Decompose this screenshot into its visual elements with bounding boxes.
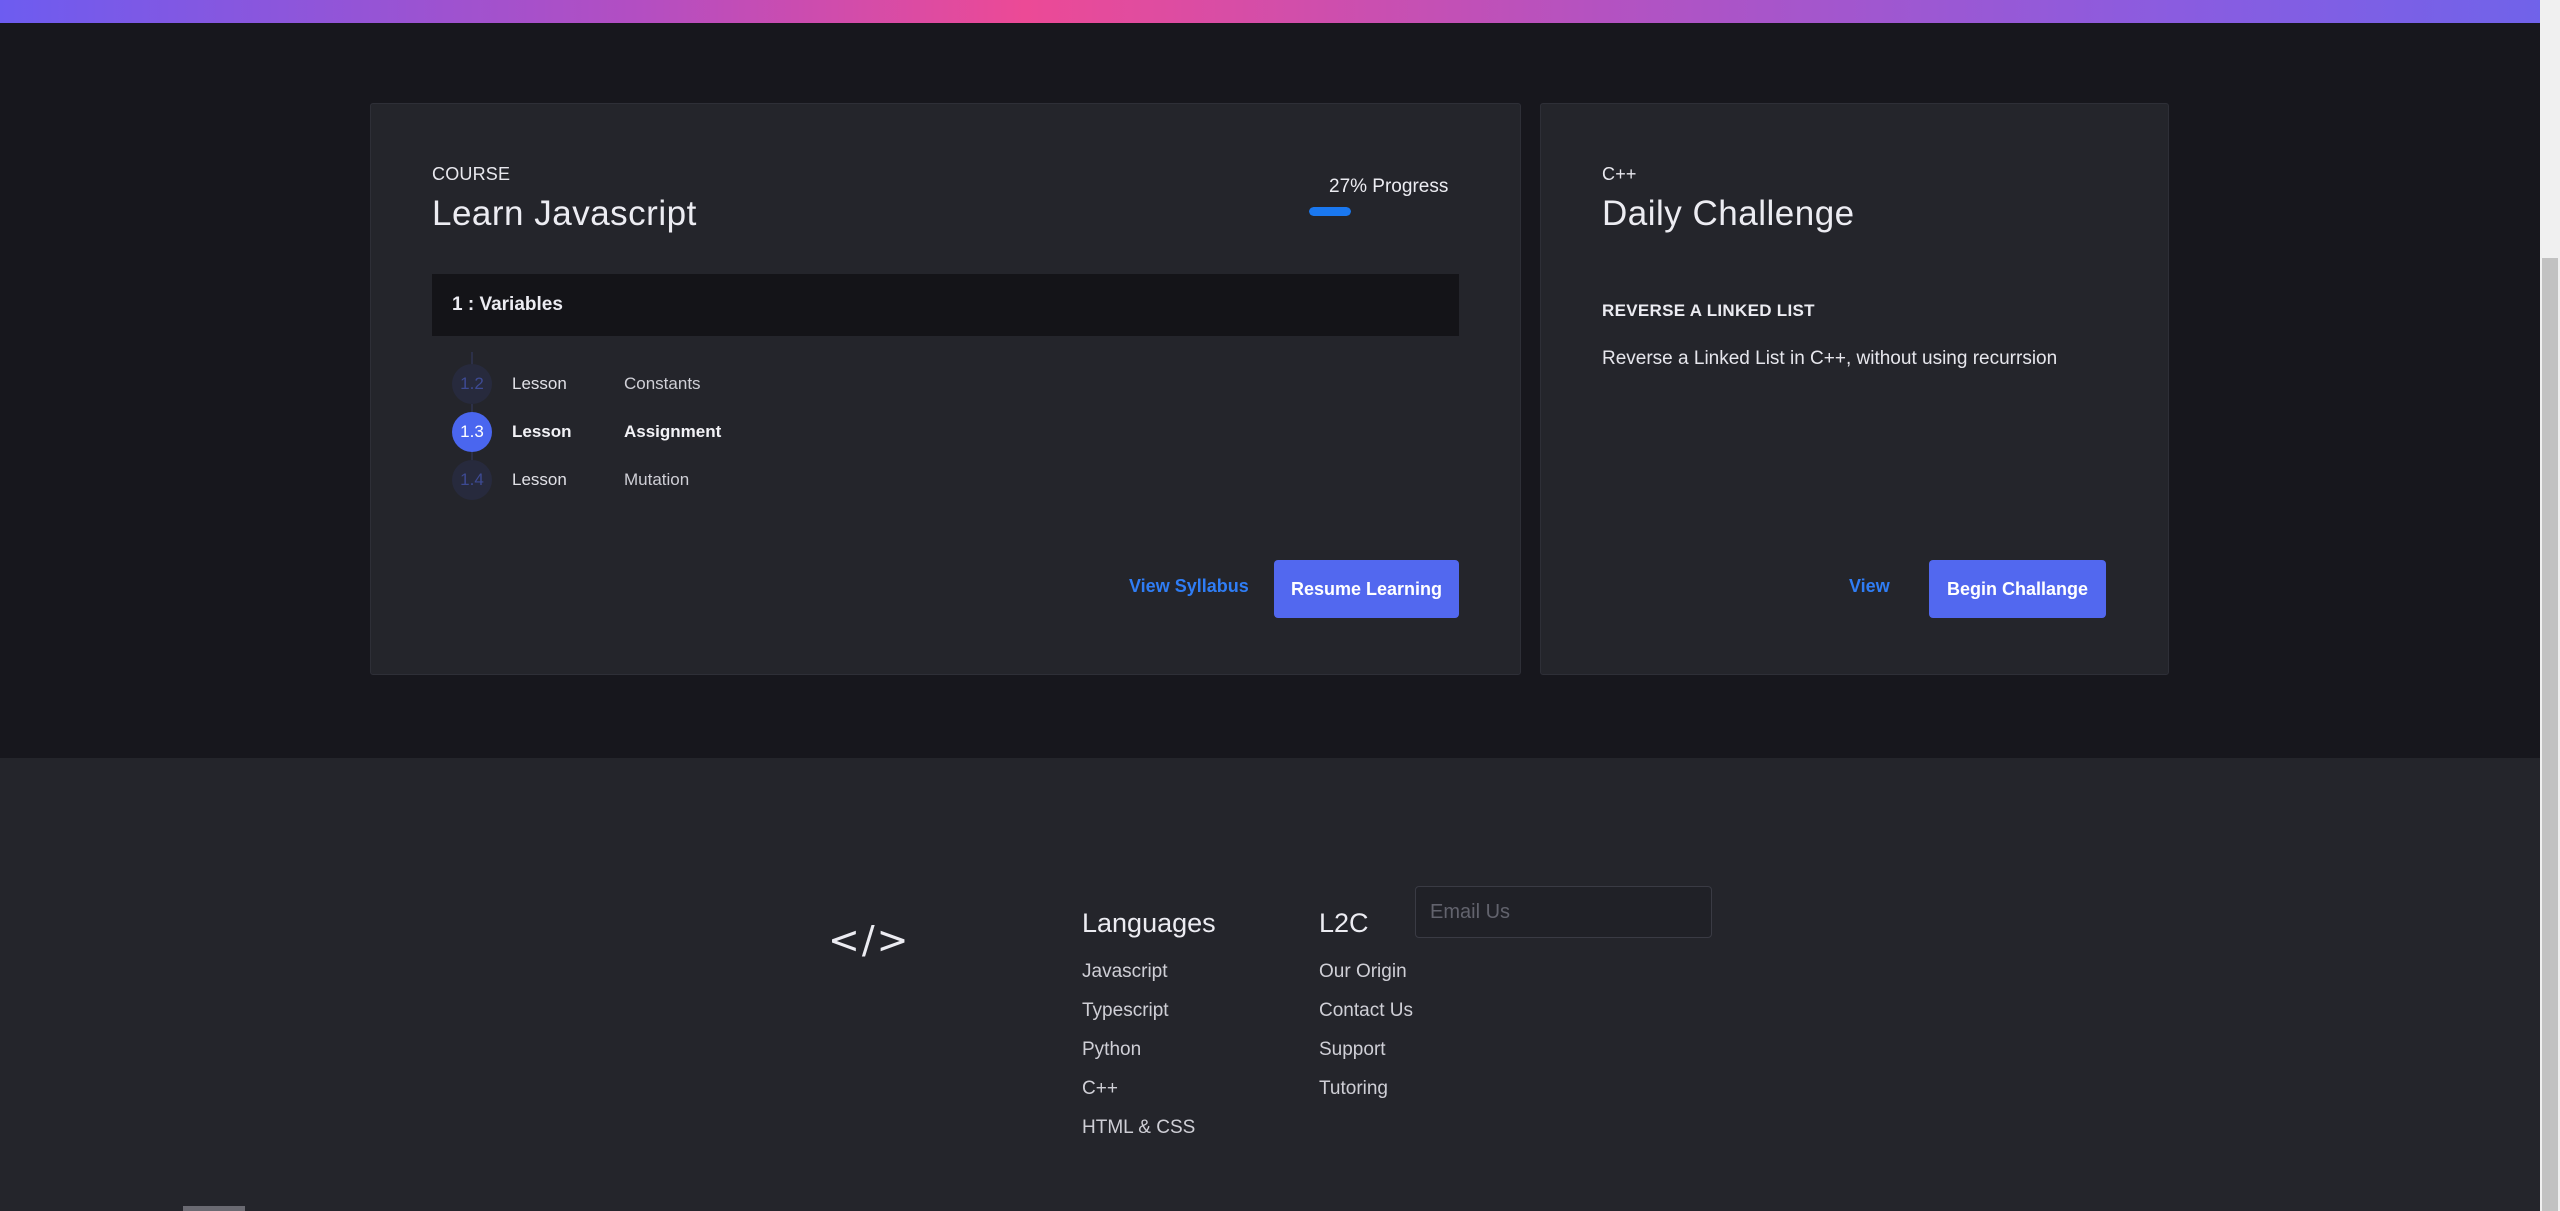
lesson-name: Constants: [624, 374, 701, 393]
horizontal-scrollbar-thumb[interactable]: [183, 1206, 245, 1211]
progress-bar-fill: [1309, 207, 1351, 216]
footer-link-support[interactable]: Support: [1319, 1039, 1386, 1061]
module-header[interactable]: 1 : Variables: [432, 274, 1459, 336]
lesson-connector: [471, 452, 473, 460]
view-challenge-button[interactable]: View: [1849, 576, 1890, 597]
progress-label: 27% Progress: [1329, 176, 1449, 197]
email-input[interactable]: [1415, 886, 1712, 938]
code-logo-icon[interactable]: </>: [828, 918, 910, 962]
top-gradient-bar: [0, 0, 2560, 23]
footer-link-html-css[interactable]: HTML & CSS: [1082, 1117, 1195, 1139]
footer-link-tutoring[interactable]: Tutoring: [1319, 1078, 1388, 1100]
progress-bar: [1309, 207, 1351, 216]
challenge-card: C++ Daily Challenge REVERSE A LINKED LIS…: [1540, 103, 2169, 675]
footer-link-cpp[interactable]: C++: [1082, 1078, 1118, 1100]
resume-learning-button[interactable]: Resume Learning: [1274, 560, 1459, 618]
lesson-type: Lesson: [512, 422, 572, 441]
lesson-type: Lesson: [512, 374, 567, 393]
footer-link-typescript[interactable]: Typescript: [1082, 1000, 1169, 1022]
challenge-name: REVERSE A LINKED LIST: [1602, 301, 1815, 320]
challenge-title: Daily Challenge: [1602, 194, 1855, 233]
lesson-number-badge: 1.2: [452, 364, 492, 404]
lesson-item[interactable]: 1.2 Lesson Constants: [452, 364, 852, 404]
footer-link-javascript[interactable]: Javascript: [1082, 961, 1168, 983]
footer-languages-title: Languages: [1082, 908, 1216, 938]
lesson-name: Assignment: [624, 422, 722, 441]
lesson-name: Mutation: [624, 470, 690, 489]
footer-link-our-origin[interactable]: Our Origin: [1319, 961, 1407, 983]
view-syllabus-button[interactable]: View Syllabus: [1129, 576, 1249, 597]
challenge-eyebrow: C++: [1602, 164, 1637, 184]
lesson-item-active[interactable]: 1.3 Lesson Assignment: [452, 412, 852, 452]
lesson-connector: [471, 404, 473, 412]
begin-challenge-button[interactable]: Begin Challange: [1929, 560, 2106, 618]
lesson-type: Lesson: [512, 470, 567, 489]
lesson-item[interactable]: 1.4 Lesson Mutation: [452, 460, 852, 500]
module-title: 1 : Variables: [452, 294, 563, 315]
vertical-scrollbar-thumb[interactable]: [2542, 258, 2558, 1211]
challenge-description: Reverse a Linked List in C++, without us…: [1602, 348, 2058, 369]
footer-link-python[interactable]: Python: [1082, 1039, 1141, 1061]
course-eyebrow: COURSE: [432, 164, 511, 184]
course-card: COURSE Learn Javascript 27% Progress 1 :…: [370, 103, 1521, 675]
lesson-number-badge: 1.3: [452, 412, 492, 452]
footer-link-contact-us[interactable]: Contact Us: [1319, 1000, 1413, 1022]
footer-l2c-title: L2C: [1319, 908, 1369, 938]
footer: </> Languages Javascript Typescript Pyth…: [0, 758, 2560, 1211]
course-title: Learn Javascript: [432, 194, 697, 233]
lesson-number-badge: 1.4: [452, 460, 492, 500]
